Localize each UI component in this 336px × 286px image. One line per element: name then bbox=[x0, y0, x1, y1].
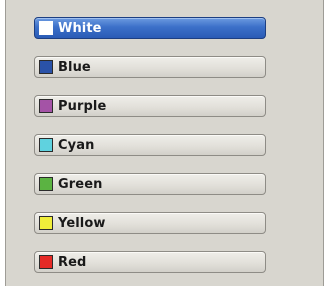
white-swatch-icon bbox=[39, 21, 53, 35]
color-option-label: Red bbox=[58, 254, 87, 270]
color-option-green[interactable]: Green bbox=[34, 173, 266, 195]
color-option-label: Green bbox=[58, 176, 103, 192]
color-option-label: Blue bbox=[58, 59, 91, 75]
color-option-purple[interactable]: Purple bbox=[34, 95, 266, 117]
yellow-swatch-icon bbox=[39, 216, 53, 230]
color-option-red[interactable]: Red bbox=[34, 251, 266, 273]
purple-swatch-icon bbox=[39, 99, 53, 113]
color-option-label: Cyan bbox=[58, 137, 95, 153]
red-swatch-icon bbox=[39, 255, 53, 269]
color-option-cyan[interactable]: Cyan bbox=[34, 134, 266, 156]
color-option-white[interactable]: White bbox=[34, 17, 266, 39]
color-option-label: White bbox=[58, 20, 102, 36]
color-selection-panel: White Blue Purple Cyan Green Yellow Red bbox=[5, 0, 324, 286]
color-option-label: Yellow bbox=[58, 215, 106, 231]
green-swatch-icon bbox=[39, 177, 53, 191]
blue-swatch-icon bbox=[39, 60, 53, 74]
cyan-swatch-icon bbox=[39, 138, 53, 152]
color-option-blue[interactable]: Blue bbox=[34, 56, 266, 78]
color-option-label: Purple bbox=[58, 98, 107, 114]
color-option-yellow[interactable]: Yellow bbox=[34, 212, 266, 234]
